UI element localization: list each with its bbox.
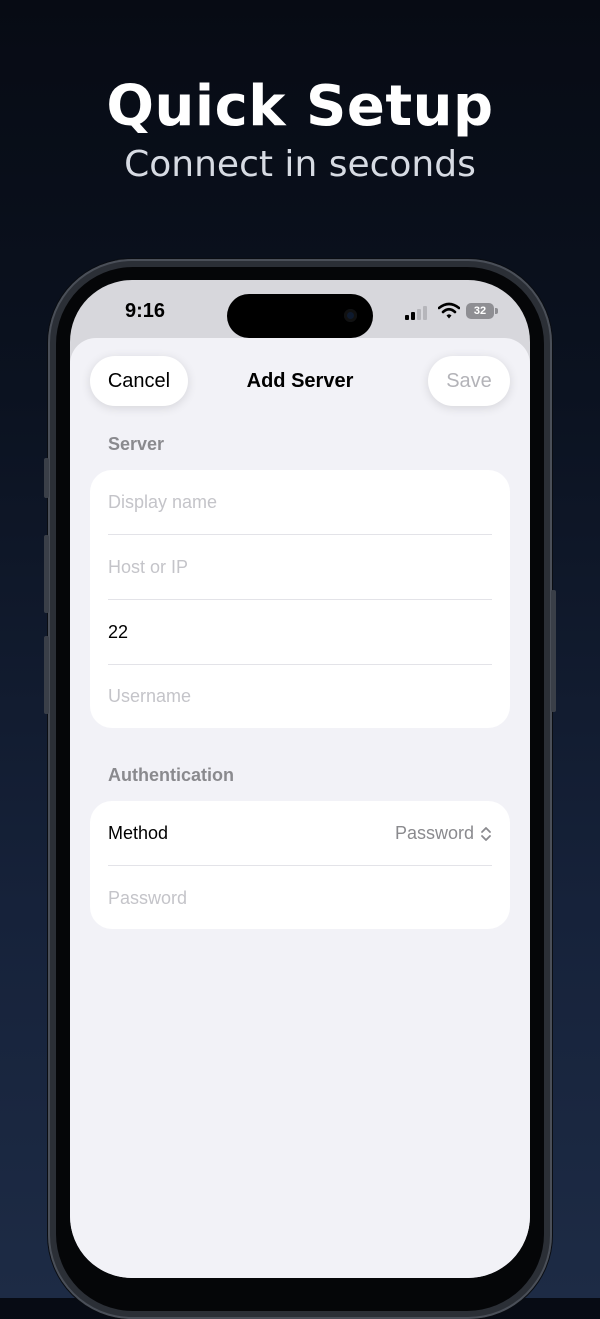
display-name-field[interactable]: Display name [108,470,492,535]
volume-up-button [44,535,49,613]
host-field[interactable]: Host or IP [108,535,492,600]
method-row[interactable]: Method Password [108,801,492,866]
volume-down-button [44,636,49,714]
wifi-icon [438,302,460,319]
status-time: 9:16 [125,300,166,322]
auth-fields-group: Method Password Password [90,801,510,929]
auth-section-header: Authentication [108,765,234,785]
add-server-sheet: Cancel Add Server Save Server Display na… [70,338,530,1278]
battery-tip [495,308,498,314]
port-field[interactable]: 22 [108,600,492,665]
front-camera [344,309,357,322]
battery-level: 32 [466,303,494,319]
server-fields-group: Display name Host or IP 22 Username [90,470,510,728]
signal-icon [405,306,427,320]
sheet-title: Add Server [246,370,354,392]
phone-screen: 9:16 32 Cancel Add Server Save Server Di… [70,280,530,1278]
method-value: Password [394,823,474,843]
username-field[interactable]: Username [108,664,492,728]
status-bar: 9:16 32 [70,280,530,338]
method-picker[interactable]: Password [395,801,492,865]
battery-icon: 32 [466,303,498,319]
password-field[interactable]: Password [108,866,492,930]
save-button[interactable]: Save [428,356,510,406]
chevron-up-down-icon [481,827,491,842]
power-button [551,590,556,712]
action-button [44,458,49,498]
hero-title: Quick Setup [106,74,494,139]
dynamic-island [227,294,373,338]
server-section-header: Server [108,434,165,454]
cancel-button[interactable]: Cancel [90,356,188,406]
hero-subtitle: Connect in seconds [124,144,476,185]
method-label: Method [108,823,169,843]
